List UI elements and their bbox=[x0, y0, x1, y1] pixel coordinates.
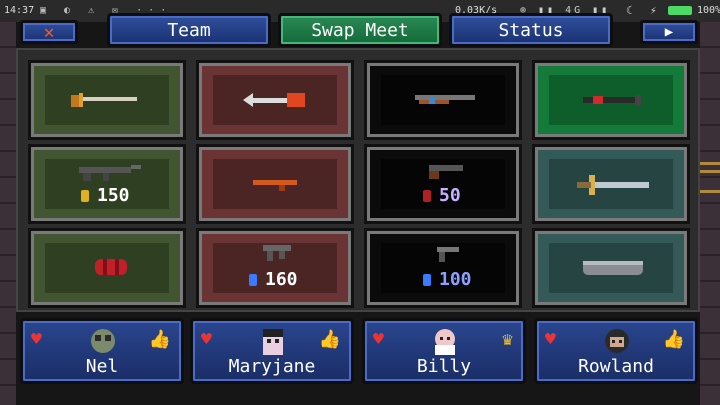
item-slot[interactable]: 150 bbox=[28, 144, 186, 224]
moon-icon: ☾ bbox=[626, 4, 633, 17]
grenade-canister-icon bbox=[95, 259, 127, 275]
health-heart-icon: ♥ bbox=[201, 329, 212, 350]
broadsword-icon bbox=[577, 175, 649, 195]
item-price: 150 bbox=[81, 185, 130, 206]
avatar bbox=[605, 329, 629, 353]
next-button[interactable]: ▶ bbox=[640, 20, 698, 44]
team-member-card[interactable]: ♥ 👍 Rowland bbox=[534, 318, 698, 384]
coin-icon bbox=[81, 190, 89, 202]
flashlight-icon: ⚡ bbox=[650, 4, 657, 17]
item-slot[interactable] bbox=[532, 60, 690, 140]
team-member-card[interactable]: ♥ ♛ Billy bbox=[362, 318, 526, 384]
battery-icon bbox=[668, 6, 692, 15]
submachine-gun-icon bbox=[263, 245, 291, 261]
ammo-icon bbox=[423, 274, 431, 286]
sword-icon bbox=[71, 93, 137, 107]
thumbs-up-icon: 👍 bbox=[148, 329, 171, 350]
bat-icon bbox=[583, 95, 641, 105]
item-price: 160 bbox=[249, 269, 298, 290]
right-wall bbox=[700, 22, 720, 405]
swap-meet-grid: 150 50 160 100 bbox=[16, 48, 700, 312]
tab-team[interactable]: Team bbox=[107, 13, 271, 47]
health-heart-icon: ♥ bbox=[545, 329, 556, 350]
item-slot[interactable] bbox=[196, 144, 354, 224]
item-slot[interactable] bbox=[28, 60, 186, 140]
item-price: 100 bbox=[423, 269, 472, 290]
clock: 14:37 bbox=[4, 5, 35, 16]
item-slot[interactable] bbox=[532, 228, 690, 308]
team-member-name: Billy bbox=[416, 356, 472, 377]
health-heart-icon: ♥ bbox=[373, 329, 384, 350]
revolver-icon bbox=[437, 247, 459, 262]
left-wall bbox=[0, 22, 16, 405]
shotgun-short-icon bbox=[429, 165, 463, 179]
health-heart-icon: ♥ bbox=[31, 329, 42, 350]
tab-swap-meet[interactable]: Swap Meet bbox=[278, 13, 442, 47]
item-slot[interactable] bbox=[28, 228, 186, 308]
thumbs-up-icon: 👍 bbox=[318, 329, 341, 350]
avatar bbox=[91, 329, 115, 353]
shell-icon bbox=[423, 190, 431, 202]
close-button[interactable]: ✕ bbox=[20, 20, 78, 44]
pipe-icon bbox=[583, 261, 643, 275]
thumbs-up-icon: 👍 bbox=[662, 329, 685, 350]
item-slot[interactable]: 160 bbox=[196, 228, 354, 308]
item-slot[interactable]: 100 bbox=[364, 228, 522, 308]
item-slot[interactable] bbox=[364, 60, 522, 140]
team-member-card[interactable]: ♥ 👍 Nel bbox=[20, 318, 184, 384]
team-member-card[interactable]: ♥ 👍 Maryjane bbox=[190, 318, 354, 384]
item-slot[interactable] bbox=[196, 60, 354, 140]
crown-icon: ♛ bbox=[502, 329, 513, 350]
arrow-launcher-icon bbox=[243, 93, 305, 107]
team-member-name: Maryjane bbox=[228, 356, 316, 377]
team-member-name: Rowland bbox=[578, 356, 654, 377]
tab-status[interactable]: Status bbox=[449, 13, 613, 47]
battery-level: 100% bbox=[697, 5, 720, 16]
shotgun-icon bbox=[415, 95, 475, 104]
avatar bbox=[263, 329, 283, 355]
ammo-icon bbox=[249, 274, 257, 286]
item-slot[interactable] bbox=[532, 144, 690, 224]
avatar bbox=[435, 329, 455, 355]
item-price: 50 bbox=[423, 185, 461, 206]
assault-rifle-icon bbox=[79, 165, 141, 181]
item-slot[interactable]: 50 bbox=[364, 144, 522, 224]
pistol-icon bbox=[253, 180, 297, 191]
team-member-name: Nel bbox=[85, 356, 119, 377]
